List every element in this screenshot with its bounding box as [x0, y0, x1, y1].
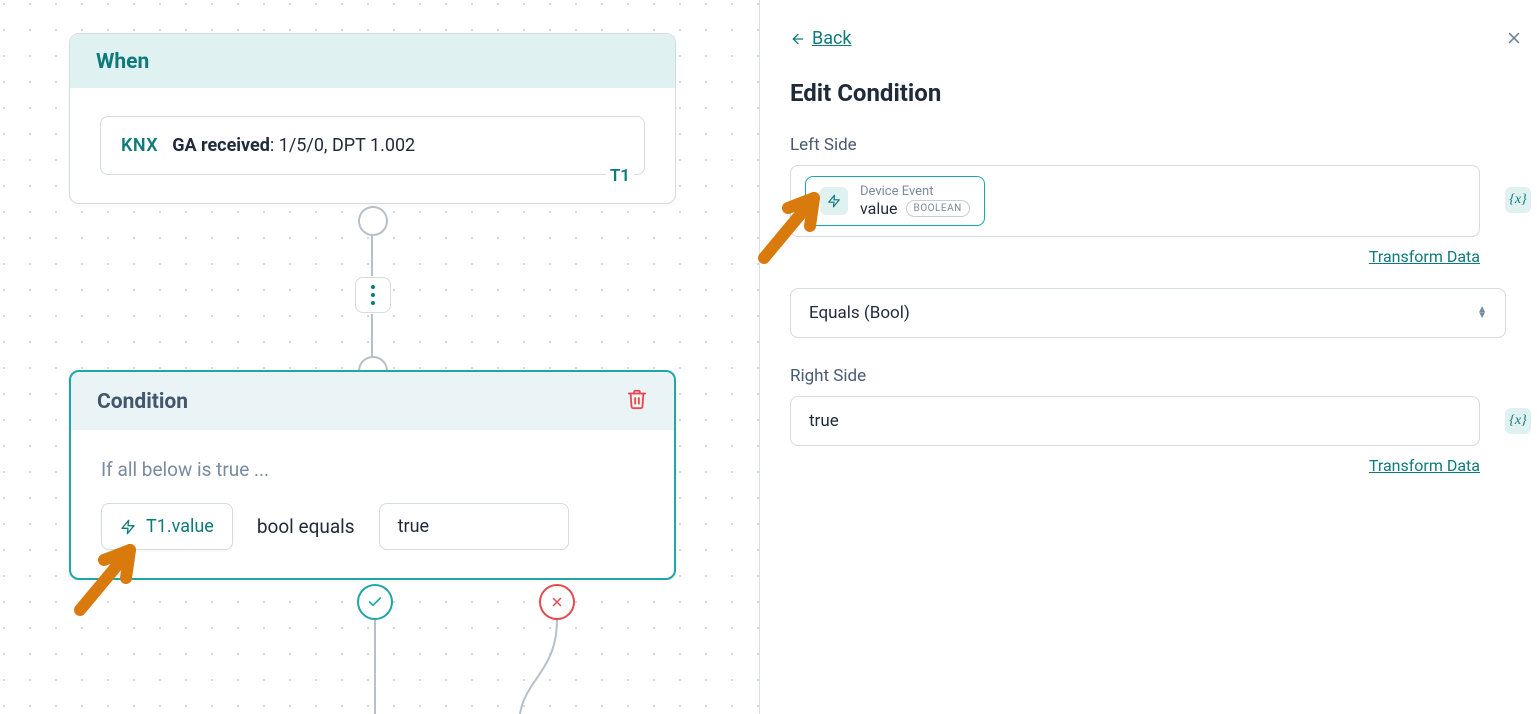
branch-true-button[interactable] [357, 584, 393, 620]
variable-picker-button[interactable]: {x} [1505, 408, 1531, 434]
operator-select[interactable]: Equals (Bool) ▲▼ [790, 288, 1506, 338]
branch-false-button[interactable] [539, 584, 575, 620]
back-label: Back [812, 28, 852, 49]
right-side-input[interactable]: true [790, 396, 1480, 446]
trigger-protocol: KNX [121, 135, 158, 156]
vertical-dots-icon [371, 285, 375, 305]
add-node-button[interactable] [355, 277, 391, 313]
connector-line [371, 236, 373, 276]
variable-picker-button[interactable]: {x} [1505, 187, 1531, 213]
edit-panel: Back Edit Condition Left Side Device Eve… [760, 0, 1537, 714]
condition-operator: bool equals [257, 515, 355, 538]
x-icon [1505, 29, 1523, 47]
when-header: When [70, 34, 675, 88]
transform-data-link[interactable]: Transform Data [1369, 456, 1480, 475]
right-side-label: Right Side [790, 366, 1501, 386]
left-side-input[interactable]: Device Event value BOOLEAN [790, 165, 1480, 237]
condition-right-value[interactable]: true [379, 503, 569, 550]
left-side-label: Left Side [790, 135, 1501, 155]
connector-dot [358, 206, 388, 236]
delete-button[interactable] [626, 388, 648, 416]
trigger-bold: GA received [172, 135, 270, 156]
when-card[interactable]: When KNX GA received: 1/5/0, DPT 1.002 T1 [69, 33, 676, 204]
condition-left-text: T1.value [146, 516, 214, 537]
condition-subtitle: If all below is true ... [101, 458, 644, 481]
device-event-chip[interactable]: Device Event value BOOLEAN [805, 176, 985, 226]
check-icon [367, 594, 383, 610]
back-link[interactable]: Back [790, 28, 852, 49]
trigger-box[interactable]: KNXGA received: 1/5/0, DPT 1.002 T1 [100, 116, 645, 175]
transform-data-link[interactable]: Transform Data [1369, 247, 1480, 266]
panel-title: Edit Condition [790, 79, 1501, 107]
flow-canvas[interactable]: When KNX GA received: 1/5/0, DPT 1.002 T1… [0, 0, 760, 714]
operator-value: Equals (Bool) [809, 303, 910, 323]
trigger-tag: T1 [606, 166, 634, 186]
close-button[interactable] [1505, 28, 1523, 53]
trash-icon [626, 388, 648, 410]
condition-header: Condition [97, 390, 188, 414]
connector-line [371, 314, 373, 356]
bolt-icon [120, 519, 136, 535]
select-chevrons-icon: ▲▼ [1477, 307, 1487, 319]
trigger-rest: : 1/5/0, DPT 1.002 [270, 135, 415, 156]
x-icon [550, 595, 564, 609]
event-main: value [860, 199, 898, 218]
condition-card[interactable]: Condition If all below is true ... T1.va… [69, 370, 676, 580]
event-sup: Device Event [860, 184, 970, 199]
arrow-left-icon [790, 31, 806, 47]
bolt-icon [820, 187, 848, 215]
condition-left-chip[interactable]: T1.value [101, 503, 233, 550]
event-type-badge: BOOLEAN [906, 200, 970, 217]
